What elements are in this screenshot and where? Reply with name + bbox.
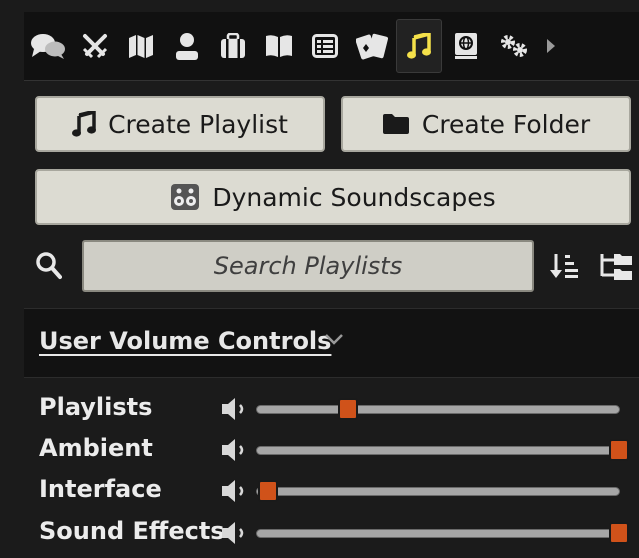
tab-tables[interactable] <box>302 19 348 73</box>
create-folder-button[interactable]: Create Folder <box>341 96 631 152</box>
table-list-icon <box>312 34 338 58</box>
volume-label: Playlists <box>39 393 153 421</box>
playing-cards-icon <box>356 33 388 60</box>
speaker-icon <box>222 480 244 502</box>
tab-items[interactable] <box>210 19 256 73</box>
volume-label: Ambient <box>39 434 153 462</box>
music-note-icon <box>72 111 97 137</box>
volume-controls-title: User Volume Controls <box>39 327 332 355</box>
volume-slider-thumb[interactable] <box>257 480 278 502</box>
chat-bubbles-icon <box>31 34 65 59</box>
folder-tree-icon[interactable] <box>598 252 634 282</box>
search-input[interactable] <box>82 240 534 292</box>
user-icon <box>176 33 198 60</box>
suitcase-icon <box>221 33 245 58</box>
chevron-down-icon <box>325 334 343 345</box>
create-folder-label: Create Folder <box>421 109 591 139</box>
volume-slider-thumb[interactable] <box>609 439 629 461</box>
volume-row-ambient: Ambient <box>24 430 639 470</box>
create-playlist-button[interactable]: Create Playlist <box>35 96 325 152</box>
volume-slider-track[interactable] <box>256 398 620 420</box>
volume-slider-track[interactable] <box>256 439 629 461</box>
tab-playlists[interactable] <box>396 19 442 73</box>
tab-scenes[interactable] <box>118 19 164 73</box>
map-icon <box>129 35 153 58</box>
search-icon <box>36 252 62 279</box>
crossed-swords-icon <box>82 34 108 59</box>
sidebar-tab-bar <box>24 12 639 81</box>
open-book-icon <box>266 35 292 57</box>
dynamic-soundscapes-label: Dynamic Soundscapes <box>212 182 496 212</box>
speaker-box-icon <box>170 183 200 211</box>
tab-collapse[interactable] <box>536 19 566 73</box>
volume-label: Interface <box>39 475 162 503</box>
music-note-icon <box>407 33 431 59</box>
dynamic-soundscapes-button[interactable]: Dynamic Soundscapes <box>35 169 631 225</box>
tab-actors[interactable] <box>164 19 210 73</box>
speaker-icon <box>222 439 244 461</box>
caret-right-icon <box>547 39 555 53</box>
volume-slider-track[interactable] <box>256 480 620 502</box>
tab-compendium[interactable] <box>442 19 490 73</box>
tab-cards[interactable] <box>348 19 396 73</box>
compendium-globe-icon <box>455 33 477 59</box>
volume-controls-header[interactable]: User Volume Controls <box>24 308 639 378</box>
speaker-icon <box>222 522 244 544</box>
tab-journal[interactable] <box>256 19 302 73</box>
volume-label: Sound Effects <box>39 517 225 545</box>
sort-icon[interactable] <box>550 252 580 280</box>
tab-chat[interactable] <box>24 19 72 73</box>
tab-combat[interactable] <box>72 19 118 73</box>
volume-row-interface: Interface <box>24 471 639 511</box>
volume-slider-track[interactable] <box>256 522 629 544</box>
volume-row-playlists: Playlists <box>24 389 639 429</box>
volume-row-sound-effects: Sound Effects <box>24 513 639 553</box>
gears-icon <box>501 35 527 57</box>
tab-settings[interactable] <box>490 19 536 73</box>
volume-slider-thumb[interactable] <box>609 522 629 544</box>
create-playlist-label: Create Playlist <box>108 109 288 139</box>
folder-icon <box>382 113 410 135</box>
speaker-icon <box>222 398 244 420</box>
volume-slider-thumb[interactable] <box>337 398 358 420</box>
